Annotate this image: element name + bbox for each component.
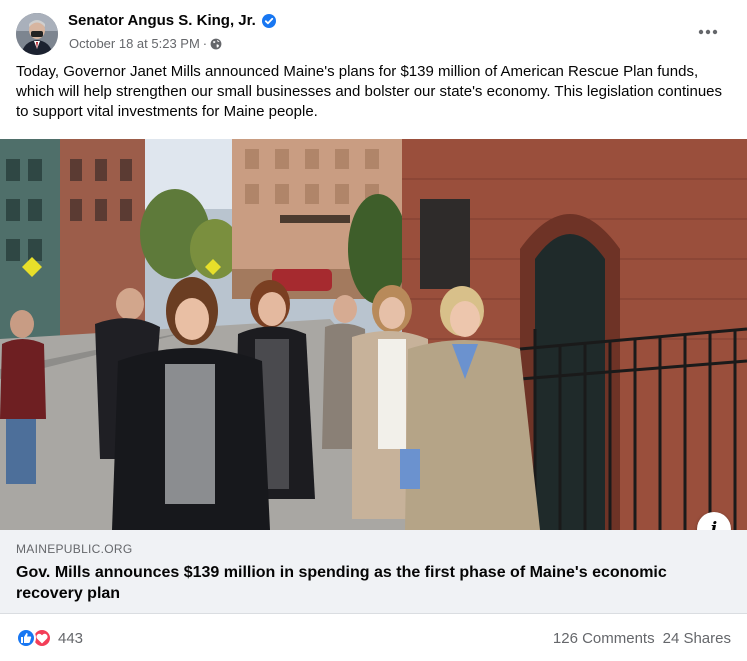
post-timestamp[interactable]: October 18 at 5:23 PM (69, 36, 200, 51)
author-name-text[interactable]: Senator Angus S. King, Jr. (68, 12, 256, 29)
like-icon (16, 628, 36, 648)
meta-separator: · (202, 36, 208, 51)
post-header: Senator Angus S. King, Jr. October 18 at… (0, 0, 747, 62)
post-meta: October 18 at 5:23 PM · (69, 36, 222, 51)
link-title[interactable]: Gov. Mills announces $139 million in spe… (16, 562, 696, 604)
link-preview-image[interactable] (0, 139, 747, 530)
author-name[interactable]: Senator Angus S. King, Jr. (68, 12, 276, 29)
ellipsis-icon (698, 29, 718, 35)
engagement-counts: 126 Comments 24 Shares (553, 630, 731, 647)
street-photo (0, 139, 747, 530)
thumbs-up-icon (21, 633, 32, 643)
heart-icon (36, 633, 48, 643)
avatar-image (16, 13, 58, 55)
author-avatar[interactable] (16, 13, 58, 55)
reactions-summary[interactable]: 443 (16, 628, 83, 648)
reactions-count[interactable]: 443 (58, 630, 83, 647)
post-text: Today, Governor Janet Mills announced Ma… (16, 63, 723, 120)
globe-icon[interactable] (210, 38, 222, 50)
link-preview-card[interactable]: MAINEPUBLIC.ORG Gov. Mills announces $13… (0, 530, 747, 614)
link-domain: MAINEPUBLIC.ORG (16, 542, 133, 556)
comments-count[interactable]: 126 Comments (553, 630, 655, 647)
post-stats-bar: 443 126 Comments 24 Shares (0, 614, 747, 661)
verified-badge-icon (261, 13, 276, 28)
shares-count[interactable]: 24 Shares (663, 630, 731, 647)
more-options-button[interactable] (694, 22, 722, 42)
